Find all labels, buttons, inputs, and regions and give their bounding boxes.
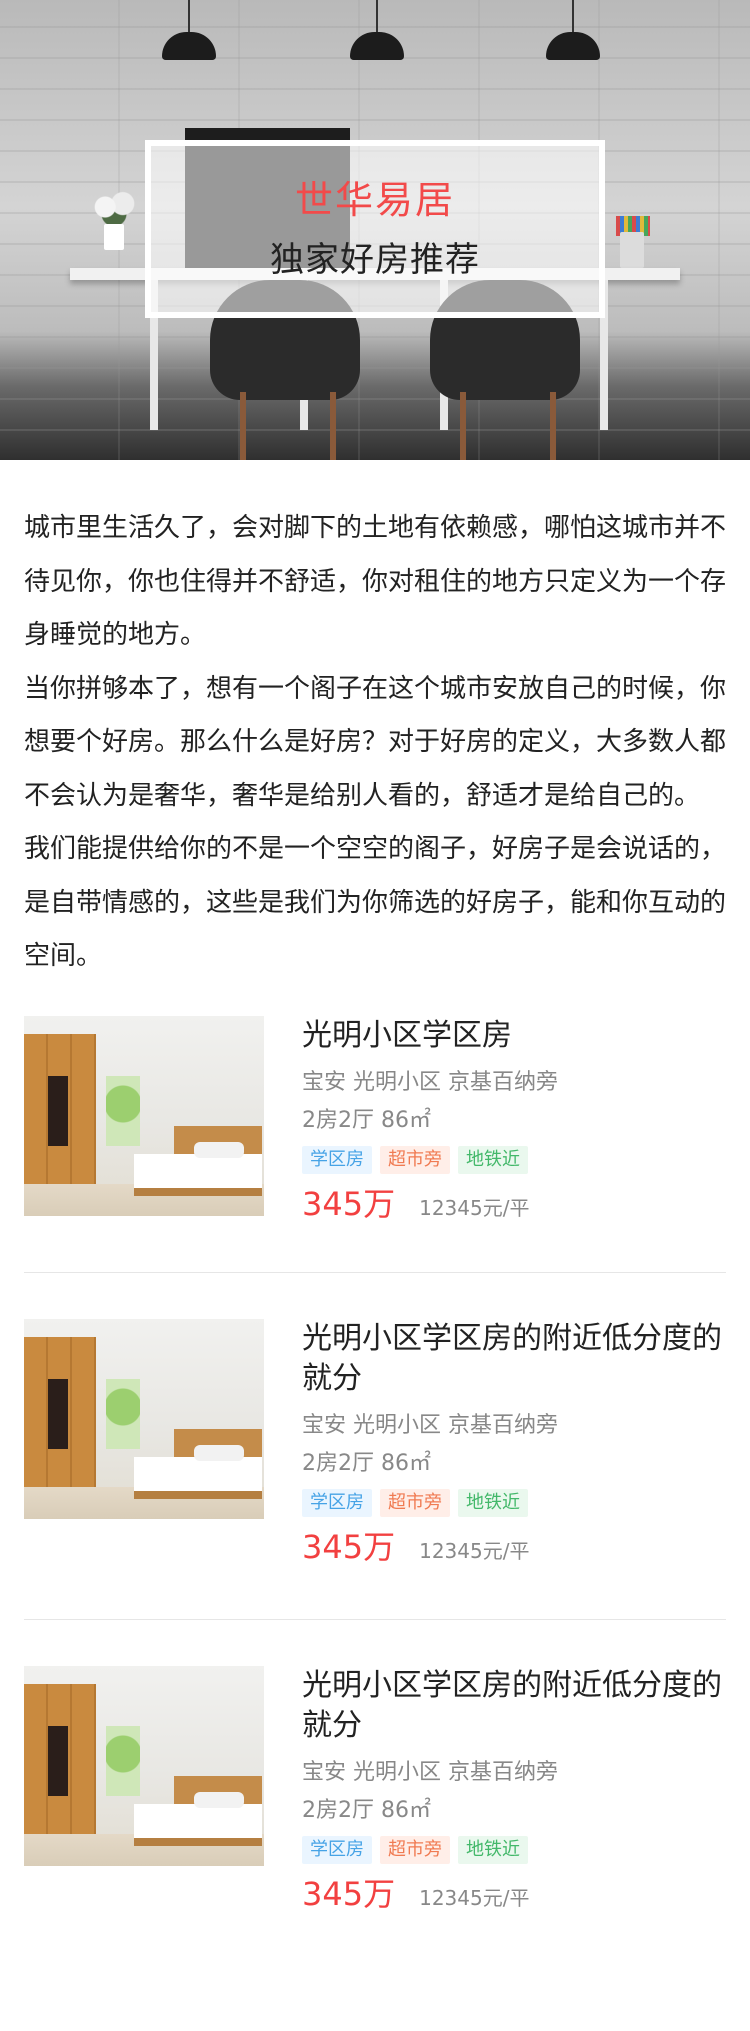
listing-price: 345万 [302,1184,396,1223]
listing-photo[interactable] [24,1318,264,1519]
listing-spec: 2房2厅 86㎡ [302,1797,431,1823]
listing-photo[interactable] [24,1665,264,1866]
listing-address: 宝安 光明小区 京基百纳旁 [302,1759,558,1785]
tag-near-metro: 地铁近 [458,1835,528,1864]
chair-leg [550,392,556,460]
tag-near-supermarket: 超市旁 [380,1835,450,1864]
pen-cup-illustration [620,232,644,268]
listing-tags: 学区房 超市旁 地铁近 [302,1145,726,1174]
tag-school-district: 学区房 [302,1145,372,1174]
tag-near-supermarket: 超市旁 [380,1145,450,1174]
listing-spec: 2房2厅 86㎡ [302,1450,431,1476]
listing-item[interactable]: 光明小区学区房 宝安 光明小区 京基百纳旁 2房2厅 86㎡ 学区房 超市旁 地… [24,1015,726,1273]
intro-text: 城市里生活久了，会对脚下的土地有依赖感，哪怕这城市并不待见你，你也住得并不舒适，… [0,460,750,984]
hero-subtitle: 独家好房推荐 [270,240,480,280]
listing-tags: 学区房 超市旁 地铁近 [302,1488,726,1517]
listing-title[interactable]: 光明小区学区房 [302,1016,726,1056]
listing-info: 光明小区学区房的附近低分度的就分 宝安 光明小区 京基百纳旁 2房2厅 86㎡ … [302,1319,726,1567]
listing-info: 光明小区学区房 宝安 光明小区 京基百纳旁 2房2厅 86㎡ 学区房 超市旁 地… [302,1016,726,1224]
plant-illustration [92,190,136,250]
hero-banner: 世华易居 独家好房推荐 [0,0,750,460]
listing-unit-price: 12345元/平 [419,1538,530,1563]
tag-near-metro: 地铁近 [458,1488,528,1517]
listing-address: 宝安 光明小区 京基百纳旁 [302,1069,558,1095]
listing-title[interactable]: 光明小区学区房的附近低分度的就分 [302,1666,726,1746]
tag-near-supermarket: 超市旁 [380,1488,450,1517]
chair-leg [330,392,336,460]
listing-price-row: 345万 12345元/平 [302,1184,726,1224]
hero-title-card: 世华易居 独家好房推荐 [145,140,605,318]
listing-price: 345万 [302,1527,396,1566]
tag-school-district: 学区房 [302,1488,372,1517]
intro-paragraph: 当你拼够本了，想有一个阁子在这个城市安放自己的时候，你想要个好房。那么什么是好房… [24,673,727,811]
listing-info: 光明小区学区房的附近低分度的就分 宝安 光明小区 京基百纳旁 2房2厅 86㎡ … [302,1666,726,1914]
listing-address: 宝安 光明小区 京基百纳旁 [302,1412,558,1438]
chair-leg [240,392,246,460]
listing-list: 光明小区学区房 宝安 光明小区 京基百纳旁 2房2厅 86㎡ 学区房 超市旁 地… [0,1015,750,1914]
listing-spec: 2房2厅 86㎡ [302,1107,431,1133]
intro-paragraph: 城市里生活久了，会对脚下的土地有依赖感，哪怕这城市并不待见你，你也住得并不舒适，… [24,513,727,650]
intro-paragraph: 我们能提供给你的不是一个空空的阁子，好房子是会说话的，是自带情感的，这些是我们为… [24,834,727,971]
listing-unit-price: 12345元/平 [419,1885,530,1910]
listing-tags: 学区房 超市旁 地铁近 [302,1835,726,1864]
listing-item[interactable]: 光明小区学区房的附近低分度的就分 宝安 光明小区 京基百纳旁 2房2厅 86㎡ … [24,1273,726,1620]
listing-price-row: 345万 12345元/平 [302,1874,726,1914]
hero-title: 世华易居 [294,178,455,222]
listing-item[interactable]: 光明小区学区房的附近低分度的就分 宝安 光明小区 京基百纳旁 2房2厅 86㎡ … [24,1620,726,1914]
listing-photo[interactable] [24,1015,264,1216]
tag-near-metro: 地铁近 [458,1145,528,1174]
listing-price-row: 345万 12345元/平 [302,1527,726,1567]
chair-leg [460,392,466,460]
tag-school-district: 学区房 [302,1835,372,1864]
listing-unit-price: 12345元/平 [419,1195,530,1220]
listing-title[interactable]: 光明小区学区房的附近低分度的就分 [302,1319,726,1399]
listing-price: 345万 [302,1874,396,1913]
